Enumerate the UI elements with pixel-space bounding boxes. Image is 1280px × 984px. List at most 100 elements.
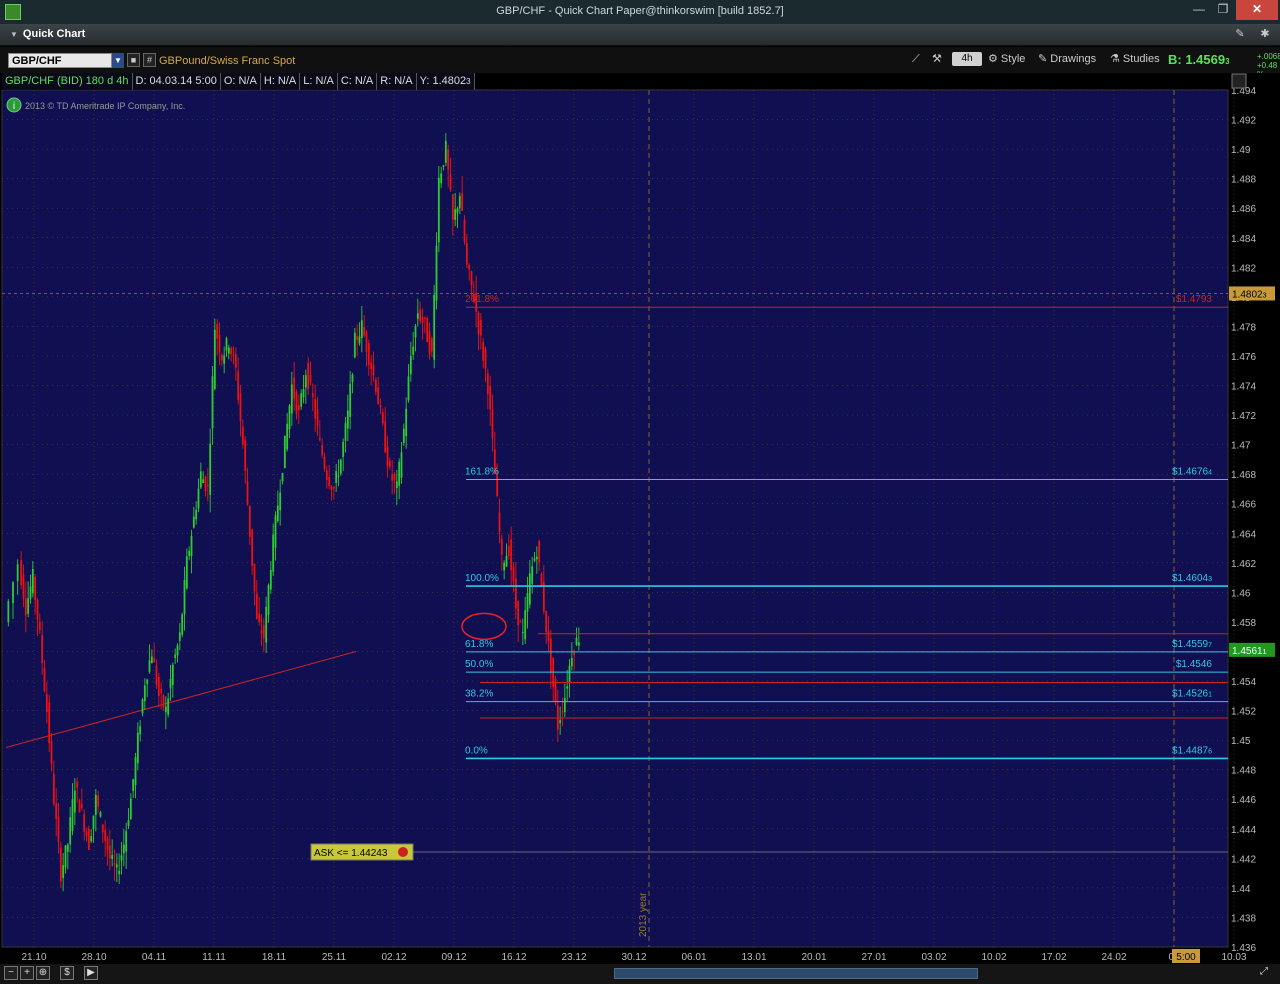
zoom-fit-icon[interactable]: ⊕ [36,966,50,980]
style-button[interactable]: ⚙ Style [988,51,1025,68]
candle-body [87,828,90,851]
collapse-icon[interactable]: ▼ [10,30,18,39]
candle-body [125,831,128,852]
x-tick-label: 09.12 [441,952,466,963]
wrench-icon[interactable]: ⚒ [932,51,942,68]
expand-icon[interactable]: ⤢ [1260,966,1276,980]
y-tick-label: 1.464 [1231,529,1256,540]
close-button[interactable]: ✕ [1236,0,1278,20]
candle-body [12,582,14,604]
timeframe-button[interactable]: 4h [952,52,982,66]
candle-body [267,585,270,615]
y-tick-label: 1.454 [1231,677,1256,688]
candle-body [412,346,415,355]
candle-body [197,488,200,509]
candle-body [381,412,384,424]
candle-body [136,732,139,764]
pin-icon[interactable]: ✎ [1232,27,1248,43]
zoom-out-icon[interactable]: − [4,966,18,980]
y-tick-label: 1.438 [1231,913,1256,924]
candle-body [167,698,170,715]
candle-body [192,516,195,528]
candle-body [300,393,303,407]
candle-body [129,798,132,820]
gear-icon[interactable]: ✱ [1257,27,1273,43]
candle-body [48,702,51,744]
hash-icon[interactable]: # [143,53,156,67]
candle-body [108,845,111,859]
candle-body [239,393,242,422]
candle-body [531,566,534,584]
candle-body [561,711,564,713]
fib-label: 161.8% [465,466,499,477]
candle-body [45,693,48,713]
y-tick-label: 1.484 [1231,234,1256,245]
dollar-icon[interactable]: $ [60,966,74,980]
x-tick-label: 23.12 [561,952,586,963]
minimize-button[interactable]: — [1188,0,1210,20]
candle-body [7,601,10,623]
candle-body [132,779,135,792]
candle-body [99,812,102,817]
candle-body [141,699,144,714]
candle-body [297,405,300,411]
candle-body [510,539,513,571]
maximize-button[interactable]: ❐ [1212,0,1234,20]
candle-body [204,476,207,492]
candle-body [269,570,272,590]
price-chart[interactable]: 21.10 28.10 04.11 11.11 18.11 25.11 02.12 09.12… [0,73,1280,964]
candle-body [507,546,510,557]
y-tick-label: 1.446 [1231,795,1256,806]
candle-body [311,393,314,397]
candle-body [528,573,531,605]
info-y-sub: 3 [466,77,471,86]
time-badge-label: 5:00 [1176,952,1196,963]
info-high: H: N/A [260,73,301,90]
y-tick-label: 1.486 [1231,204,1256,215]
chart-area[interactable]: 21.10 28.10 04.11 11.11 18.11 25.11 02.12 09.12… [0,73,1280,964]
candle-body [435,245,438,301]
x-tick-label: 24.02 [1101,952,1126,963]
x-tick-label: 18.11 [262,952,287,963]
link-icon[interactable]: ■ [127,53,140,67]
candle-body [309,374,312,382]
candle-body [451,194,454,220]
fib-label: 0.0% [465,745,488,756]
symbol-dropdown-icon[interactable]: ▼ [112,53,124,68]
candle-body [449,174,452,190]
candle-body [213,329,216,390]
candle-body [342,441,345,457]
y-marker-label: 1.48023 [1232,289,1267,300]
y-tick-label: 1.476 [1231,352,1256,363]
candle-body [521,631,524,633]
y-tick-label: 1.466 [1231,500,1256,511]
candle-body [304,375,307,388]
studies-icon: ⚗ [1110,53,1123,65]
scroll-right-icon[interactable]: ▶ [84,966,98,980]
x-tick-label: 25.11 [322,952,347,963]
candle-body [225,338,228,351]
zoom-in-icon[interactable]: + [20,966,34,980]
candle-body [491,408,494,438]
studies-button[interactable]: ⚗ Studies [1110,51,1160,68]
drawing-tool-icon[interactable]: ⟋ [912,51,920,68]
candle-body [351,374,354,382]
panel-title[interactable]: ▼ Quick Chart [10,28,85,40]
time-scrollbar[interactable] [614,968,978,979]
candle-body [409,355,412,375]
y-tick-label: 1.45 [1231,736,1251,747]
candle-body [34,576,37,601]
candle-body [283,435,286,468]
drawings-button[interactable]: ✎ Drawings [1038,51,1096,68]
candle-body [101,824,104,833]
candle-body [465,243,468,265]
candle-body [524,610,527,640]
candle-body [540,573,543,586]
candle-body [388,460,391,467]
symbol-input[interactable]: GBP/CHF [8,53,112,68]
candle-body [370,362,373,370]
candle-body [433,294,436,360]
candle-body [195,509,198,520]
candle-body [442,165,445,167]
candle-body [377,387,380,405]
